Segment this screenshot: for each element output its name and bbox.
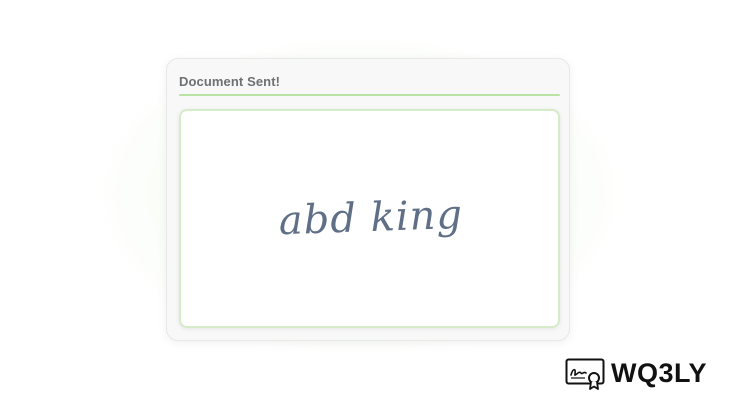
signature-text: abd king: [278, 192, 464, 244]
certificate-signature-icon: [565, 358, 605, 390]
card-title: Document Sent!: [179, 74, 281, 89]
document-sent-card: Document Sent! abd king: [166, 58, 570, 341]
brand-name: WQ3LY: [611, 358, 708, 388]
title-divider: [179, 94, 560, 96]
brand-logo: WQ3LY: [565, 357, 735, 391]
signature-image: abd king: [278, 192, 464, 244]
signature-box: abd king: [179, 109, 560, 328]
